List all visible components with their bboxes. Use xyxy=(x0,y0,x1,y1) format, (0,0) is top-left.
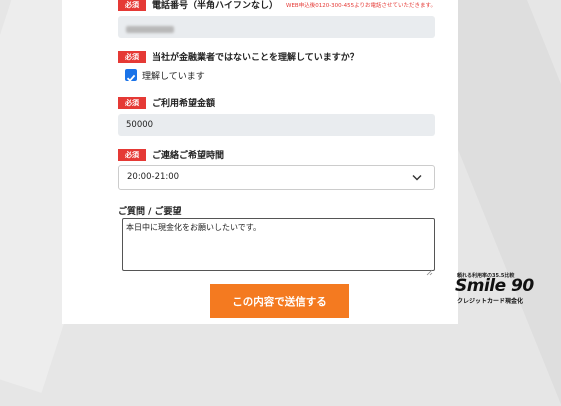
submit-button[interactable]: この内容で送信する xyxy=(210,284,349,318)
required-badge: 必須 xyxy=(118,50,146,63)
amount-value: 50000 xyxy=(126,120,154,130)
amount-label: ご利用希望金額 xyxy=(152,99,216,109)
resize-handle-icon[interactable] xyxy=(425,261,433,276)
required-badge: 必須 xyxy=(118,148,146,161)
phone-label: 電話番号（半角ハイフンなし） xyxy=(152,1,279,11)
required-badge: 必須 xyxy=(118,0,146,11)
required-badge: 必須 xyxy=(118,96,146,109)
site-logo: 頼れる利用率の35.5比較 Smile 90 クレジットカード現金化 xyxy=(453,270,553,306)
inquiry-value: 本日中に現金化をお願いしたいです。 xyxy=(126,223,261,232)
confirm-label-row: 必須 当社が金融業者ではないことを理解していますか？ xyxy=(118,50,359,63)
chevron-down-icon xyxy=(412,175,422,181)
form-card: 必須 電話番号（半角ハイフンなし） WEB申込後0120-300-455よりお電… xyxy=(62,0,458,324)
contact-time-value: 20:00-21:00 xyxy=(127,172,180,182)
phone-note: WEB申込後0120-300-455よりお電話させていただきます。 xyxy=(286,2,437,9)
phone-input[interactable] xyxy=(118,16,435,38)
phone-label-row: 必須 電話番号（半角ハイフンなし） WEB申込後0120-300-455よりお電… xyxy=(118,0,436,11)
logo-name: Smile 90 xyxy=(455,276,534,296)
amount-label-row: 必須 ご利用希望金額 xyxy=(118,96,215,109)
inquiry-textarea[interactable]: 本日中に現金化をお願いしたいです。 xyxy=(122,218,435,271)
contact-time-label: ご連絡ご希望時間 xyxy=(152,151,225,161)
check-icon xyxy=(126,74,136,82)
inquiry-label: ご質問 / ご要望 xyxy=(118,207,182,217)
confirm-checkbox[interactable] xyxy=(125,69,137,82)
amount-input[interactable]: 50000 xyxy=(118,114,435,136)
contact-time-label-row: 必須 ご連絡ご希望時間 xyxy=(118,148,224,161)
logo-subtitle: クレジットカード現金化 xyxy=(457,298,524,305)
contact-time-select[interactable]: 20:00-21:00 xyxy=(118,165,435,190)
phone-value-redacted xyxy=(126,26,174,33)
confirm-label: 当社が金融業者ではないことを理解していますか？ xyxy=(152,53,359,63)
confirm-checkbox-label[interactable]: 理解しています xyxy=(142,69,205,82)
